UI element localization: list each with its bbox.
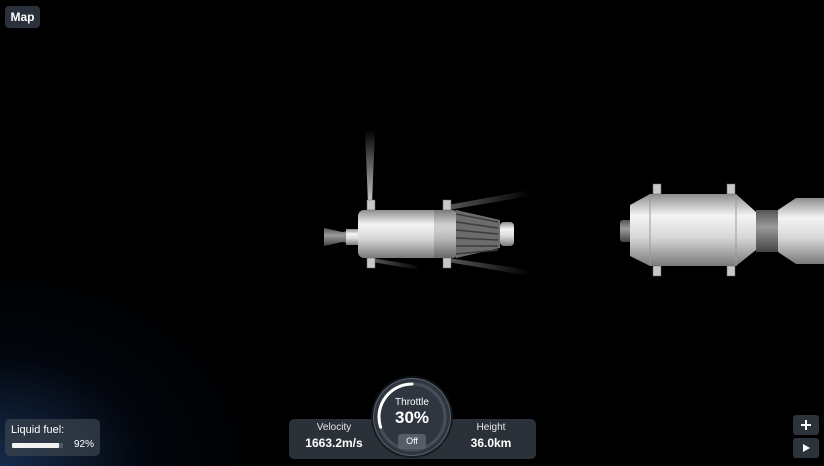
throttle-off-button[interactable]: Off — [398, 434, 426, 449]
velocity-label: Velocity — [316, 422, 352, 433]
rcs-thruster — [442, 257, 452, 269]
rcs-thruster — [726, 183, 736, 195]
engine-mount — [346, 229, 360, 245]
height-label: Height — [476, 422, 506, 433]
height-value: 36.0km — [470, 436, 512, 450]
height-readout: Height 36.0km — [451, 422, 531, 450]
velocity-readout: Velocity 1663.2m/s — [294, 422, 374, 450]
velocity-value: 1663.2m/s — [305, 436, 363, 450]
target-station — [620, 183, 824, 277]
fuel-label: Liquid fuel: — [11, 424, 65, 436]
station-connector — [756, 210, 778, 252]
rcs-plume — [365, 130, 375, 204]
rcs-plume — [372, 258, 420, 270]
zoom-in-button[interactable] — [793, 415, 819, 435]
throttle-dial[interactable]: Throttle 30% Off — [373, 378, 451, 456]
play-triangle-icon — [803, 444, 810, 452]
rcs-plume — [448, 258, 530, 276]
plus-icon — [801, 420, 811, 430]
fuel-bar — [12, 443, 63, 448]
fuel-bar-fill — [12, 443, 59, 448]
docking-port — [500, 222, 514, 246]
rcs-thruster — [366, 199, 376, 211]
map-button[interactable]: Map — [5, 6, 40, 28]
player-rocket — [324, 199, 514, 269]
rcs-thruster — [652, 183, 662, 195]
play-button[interactable] — [793, 438, 819, 458]
tank-ring — [434, 210, 458, 258]
rcs-thruster — [366, 257, 376, 269]
station-module — [630, 194, 756, 266]
rcs-thruster — [726, 265, 736, 277]
station-module — [778, 198, 824, 264]
fuel-panel: Liquid fuel: 92% — [5, 419, 100, 456]
rcs-thruster — [652, 265, 662, 277]
throttle-value: 30% — [394, 408, 430, 427]
fuel-percent: 92% — [73, 439, 94, 450]
rcs-plume — [448, 190, 530, 210]
rcs-thruster — [442, 199, 452, 211]
throttle-label: Throttle — [395, 397, 429, 408]
